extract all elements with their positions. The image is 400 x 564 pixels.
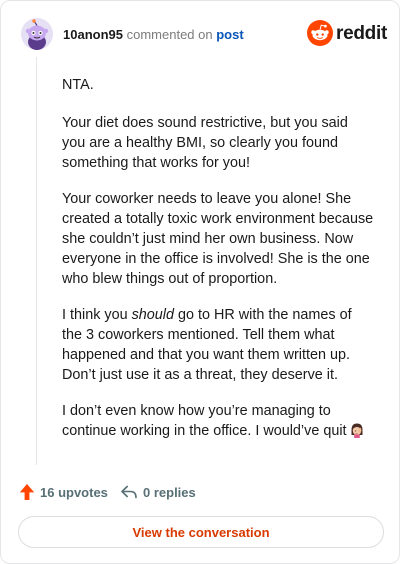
upvote-count: 16 upvotes	[40, 484, 108, 500]
emphasis-should: should	[131, 307, 174, 323]
post-link[interactable]: post	[216, 27, 243, 42]
comment-actions: 16 upvotes 0 replies	[19, 481, 299, 503]
comment-paragraph-2: Your diet does sound restrictive, but yo…	[62, 115, 348, 171]
reddit-wordmark: reddit	[336, 23, 387, 44]
comment-paragraph-3: Your coworker needs to leave you alone! …	[62, 191, 374, 287]
snoo-avatar-icon[interactable]	[21, 18, 53, 50]
comment-paragraph-1: NTA.	[62, 77, 94, 93]
paragraph-5-text: I don’t even know how you’re managing to…	[62, 403, 347, 439]
reply-arrow-icon	[120, 484, 138, 500]
woman-facepalming-emoji	[349, 422, 365, 438]
upvote-button[interactable]: 16 upvotes	[19, 481, 108, 503]
upvote-arrow-icon	[19, 483, 35, 501]
commented-on-text: commented on	[126, 27, 213, 42]
comment-header: 10anon95 commented on post reddit	[21, 18, 387, 52]
reply-button[interactable]: 0 replies	[120, 481, 196, 503]
reddit-logo-icon	[307, 20, 333, 46]
comment-card: 10anon95 commented on post reddit NTA. Y…	[0, 0, 400, 564]
view-conversation-button[interactable]: View the conversation	[18, 516, 384, 548]
reddit-brand[interactable]: reddit	[307, 20, 387, 48]
username-link[interactable]: 10anon95	[63, 27, 123, 42]
paragraph-4-start: I think you	[62, 307, 132, 323]
comment-paragraph-5: I don’t even know how you’re managing to…	[62, 401, 374, 441]
comment-meta: 10anon95 commented on post	[63, 27, 244, 42]
reply-count: 0 replies	[143, 484, 196, 500]
comment-paragraph-4: I think you should go to HR with the nam…	[62, 305, 374, 385]
comment-body: NTA. Your diet does sound restrictive, b…	[62, 75, 374, 457]
thread-line	[36, 57, 37, 465]
